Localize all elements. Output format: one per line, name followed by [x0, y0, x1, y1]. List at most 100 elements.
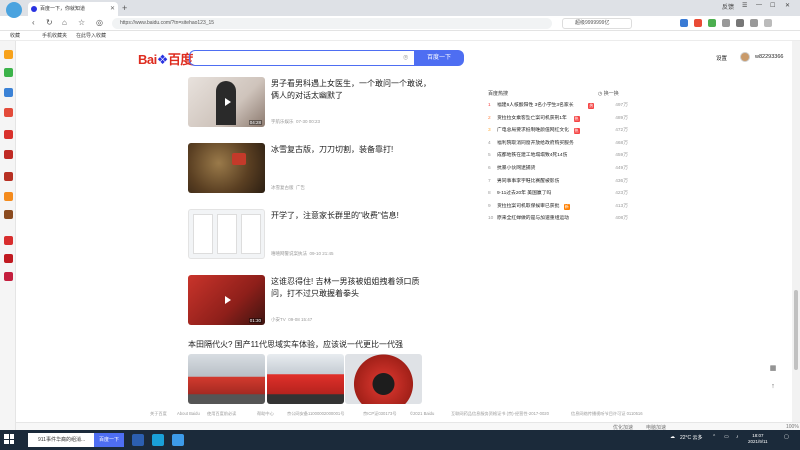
- hot-count: 489万: [615, 115, 628, 121]
- refresh-button[interactable]: ◷ 换一换: [598, 90, 619, 97]
- new-tab-icon[interactable]: +: [122, 2, 127, 14]
- hot-list-item[interactable]: 2 货拉拉女乘客坠亡案司机获刑1年热 489万: [488, 114, 628, 124]
- feed-date: 07-30 00:23: [296, 119, 321, 124]
- sidebar-app-icon[interactable]: [4, 210, 13, 219]
- hot-list-item[interactable]: 9 货拉拉案司机取保候审已获批新 413万: [488, 202, 628, 212]
- download-icon[interactable]: [750, 19, 758, 27]
- feed-title[interactable]: 男子看男科遇上女医生，一个敢问一个敢说，俩人的对话太幽默了: [271, 78, 431, 102]
- taskbar-app-icon[interactable]: [132, 434, 144, 446]
- sidebar-app-icon[interactable]: [4, 254, 13, 263]
- browser-tab[interactable]: 百度一下，你就知道 ✕: [28, 2, 118, 16]
- footer-link[interactable]: 使用百度前必读: [207, 411, 236, 417]
- sidebar-app-icon[interactable]: [4, 130, 13, 139]
- close-tab-icon[interactable]: ✕: [110, 2, 115, 16]
- hot-list-item[interactable]: 7 男同事事李宇鞋比赛醒被影伤 436万: [488, 177, 628, 187]
- more-icon[interactable]: [764, 19, 772, 27]
- baidu-logo[interactable]: Bai❖百度: [138, 49, 193, 68]
- notification-icon[interactable]: ▢: [784, 434, 789, 440]
- footer-link[interactable]: 信息网络传播视听节目许可证 0110516: [571, 411, 643, 417]
- feed-title[interactable]: 这谁忍得住! 吉林一男孩被姐姐拽着领口质问，打不过只敢握着拳头: [271, 276, 431, 300]
- network-icon[interactable]: ▭: [724, 434, 729, 440]
- sidebar-app-icon[interactable]: [4, 150, 13, 159]
- scrollbar-thumb[interactable]: [794, 290, 798, 370]
- maximize-icon[interactable]: ☐: [770, 2, 775, 9]
- volume-icon[interactable]: ♪: [736, 434, 739, 440]
- hot-list-item[interactable]: 3 广电总局要求抵制唯颜值网红文化热 472万: [488, 126, 628, 136]
- apps-icon[interactable]: [722, 19, 730, 27]
- extension-green-icon[interactable]: [708, 19, 716, 27]
- avatar[interactable]: [740, 52, 750, 62]
- taskbar-app-icon[interactable]: [172, 434, 184, 446]
- menu-icon[interactable]: ☰: [742, 2, 747, 9]
- hot-list-item[interactable]: 1 福建6人核酸阳性 3名小学生3名家长 热 497万: [488, 101, 628, 111]
- sidebar-app-icon[interactable]: [4, 88, 13, 97]
- feed-thumbnail[interactable]: [188, 143, 265, 193]
- bookmark-mobile[interactable]: 手机收藏夹: [42, 32, 67, 40]
- settings-link[interactable]: 设置: [716, 54, 727, 62]
- hot-count: 436万: [615, 178, 628, 184]
- extension-red-icon[interactable]: [694, 19, 702, 27]
- hot-rank: 1: [488, 103, 491, 108]
- browser-search-box[interactable]: 超级9999999亿: [562, 18, 632, 29]
- hot-list-item[interactable]: 10 原来全红婵做的是与加速重组运动 408万: [488, 214, 628, 224]
- bookmark-favorites[interactable]: 收藏: [10, 32, 20, 40]
- weather-icon[interactable]: ☁: [670, 434, 675, 440]
- gallery-image[interactable]: [267, 354, 344, 404]
- browser-logo-icon[interactable]: [6, 2, 22, 18]
- qrcode-icon[interactable]: ▦: [768, 364, 778, 374]
- feed-thumbnail[interactable]: 01:30: [188, 275, 265, 325]
- star-icon[interactable]: ☆: [78, 18, 85, 27]
- feed-thumbnail[interactable]: 04:28: [188, 77, 265, 127]
- sidebar-app-icon[interactable]: [4, 272, 13, 281]
- address-bar[interactable]: https://www.baidu.com/?tn=sitehao123_15: [112, 18, 552, 29]
- hot-list-item[interactable]: 6 抗暴小伙网逮捕货 449万: [488, 164, 628, 174]
- reload-icon[interactable]: ↻: [46, 18, 53, 27]
- bookmark-import[interactable]: 在此导入收藏: [76, 32, 106, 40]
- hot-list-item[interactable]: 5 成都地铁在建工地塌塌致4死14伤 459万: [488, 151, 628, 161]
- feed-meta: 冰雪复古版 广告: [271, 185, 305, 191]
- footer-link[interactable]: 帮助中心: [257, 411, 274, 417]
- taskbar-search-input[interactable]: 911事件华裔的组消...: [28, 433, 94, 447]
- camera-icon[interactable]: ⌾: [403, 53, 408, 63]
- taskbar-search-button[interactable]: 百度一下: [94, 433, 124, 447]
- feedback-link[interactable]: 反馈: [722, 2, 734, 11]
- back-to-top-icon[interactable]: ↑: [768, 382, 778, 392]
- windows-start-icon[interactable]: [4, 434, 14, 444]
- gallery-image[interactable]: [345, 354, 422, 404]
- home-icon[interactable]: ⌂: [62, 18, 67, 27]
- back-icon[interactable]: ‹: [32, 18, 35, 27]
- hot-list-item[interactable]: 4 福利院取消同窗开放给政府购买服务 468万: [488, 139, 628, 149]
- footer-link[interactable]: 互联网药品信息服务资格证书 (京)-经营性-2017-0020: [451, 411, 549, 417]
- sidebar-app-icon[interactable]: [4, 68, 13, 77]
- tray-chevron-icon[interactable]: ⌃: [712, 434, 716, 440]
- sidebar-app-icon[interactable]: [4, 192, 13, 201]
- footer-link[interactable]: ©2021 Baidu: [410, 411, 434, 416]
- hot-list-item[interactable]: 8 9·11过去20年 美国赢了吗 423万: [488, 189, 628, 199]
- sidebar-app-icon[interactable]: [4, 172, 13, 181]
- footer-link[interactable]: About Baidu: [177, 411, 200, 416]
- footer-link[interactable]: 京公网安备11000002000001号: [287, 411, 344, 417]
- feed-title[interactable]: 冰雪复古版，刀刀切割，装备靠打!: [271, 144, 431, 156]
- sidebar-app-icon[interactable]: [4, 108, 13, 117]
- thumbnail-figure: [217, 214, 237, 254]
- extension-icon[interactable]: [680, 19, 688, 27]
- search-input[interactable]: ⌾: [189, 50, 414, 66]
- grid-icon[interactable]: [736, 19, 744, 27]
- footer-link[interactable]: 京ICP证030173号: [363, 411, 397, 417]
- article-title[interactable]: 本田隔代火? 国产11代思域实车体验，应该说一代更比一代强: [188, 339, 403, 350]
- minimize-icon[interactable]: —: [756, 2, 762, 8]
- clock[interactable]: 18:07 2021/9/11: [748, 433, 768, 445]
- url-text: https://www.baidu.com/?tn=sitehao123_15: [120, 20, 215, 26]
- footer-link[interactable]: 关于百度: [150, 411, 167, 417]
- sidebar-app-icon[interactable]: [4, 236, 13, 245]
- feed-thumbnail[interactable]: [188, 209, 265, 259]
- close-window-icon[interactable]: ✕: [785, 2, 790, 9]
- browser-taskbar-icon[interactable]: [152, 434, 164, 446]
- thumbnail-figure: [193, 214, 213, 254]
- weather-text[interactable]: 22°C 云多: [680, 434, 703, 441]
- username[interactable]: w82293366: [755, 54, 783, 60]
- feed-title[interactable]: 开学了，注意家长群里的"收费"信息!: [271, 210, 431, 222]
- search-button[interactable]: 百度一下: [414, 50, 464, 66]
- sidebar-app-icon[interactable]: [4, 50, 13, 59]
- gallery-image[interactable]: [188, 354, 265, 404]
